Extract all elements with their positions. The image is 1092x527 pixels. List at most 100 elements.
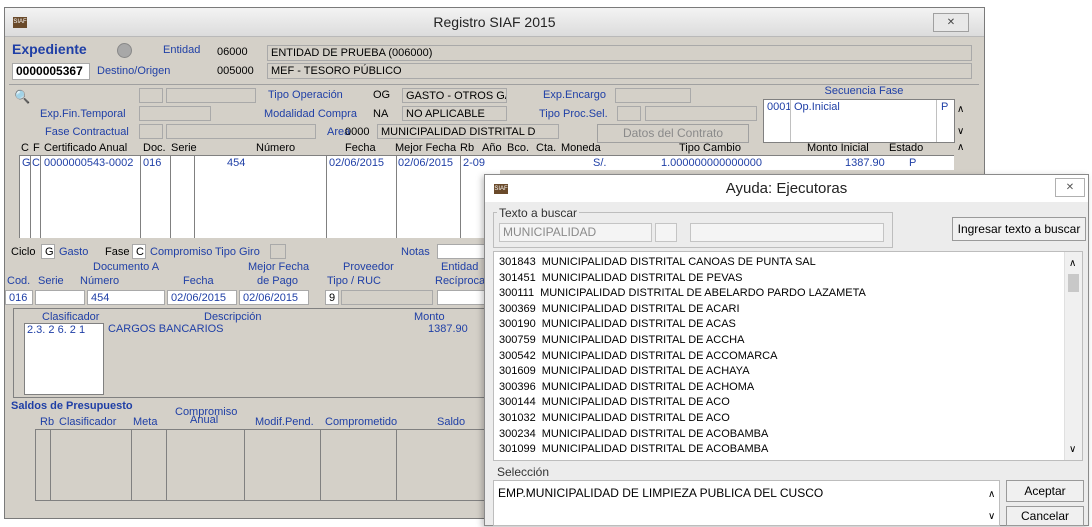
grid-col-doc: Doc. [143,142,166,154]
scroll-thumb[interactable] [1068,274,1079,292]
list-item-code: 300759 [499,333,536,346]
tipo-operacion-label: Tipo Operación [268,89,343,101]
secuencia-code: 0001 [767,101,792,113]
row-f: C [32,157,40,169]
destino-code: 005000 [217,65,254,77]
main-close-button[interactable]: ✕ [933,13,969,32]
tipo-giro-label: Tipo Giro [215,246,260,258]
list-item[interactable]: 300793 MUNICIPALIDAD DISTRITAL DE ACOBAMB… [499,458,1049,460]
row-monto-inicial: 1387.90 [845,157,885,169]
doc-serie-field[interactable] [35,290,85,305]
secuencia-scroll-down-icon[interactable]: ∨ [957,126,964,137]
entidad2-label: Entidad [441,261,479,273]
list-item-name: MUNICIPALIDAD DISTRITAL DE ACO [541,411,730,424]
list-item-name: MUNICIPALIDAD DISTRITAL DE ACARI [541,302,740,315]
doc-fecha-field[interactable]: 02/06/2015 [167,290,237,305]
grid-col-c: C [21,142,29,154]
proveedor-label: Proveedor [343,261,394,273]
scroll-up-icon[interactable]: ∧ [1069,258,1076,269]
fase-contractual-name-field[interactable] [166,124,316,139]
list-item[interactable]: 301843 MUNICIPALIDAD DISTRITAL CANOAS DE … [499,255,1049,271]
list-item-code: 300190 [499,318,536,331]
grid-col-tipo-cambio: Tipo Cambio [679,142,741,154]
row-numero: 454 [227,157,246,169]
seleccion-scroll-down-icon[interactable]: ∨ [988,511,995,522]
search-aux-field-a[interactable] [655,223,677,242]
monto-header: Monto [414,311,445,323]
grid-scroll-up-icon[interactable]: ∧ [957,142,964,153]
tipo-giro-field[interactable] [270,244,286,259]
list-item[interactable]: 301451 MUNICIPALIDAD DISTRITAL DE PEVAS [499,271,1049,287]
list-item[interactable]: 300369 MUNICIPALIDAD DISTRITAL DE ACARI [499,302,1049,318]
list-item[interactable]: 300190 MUNICIPALIDAD DISTRITAL DE ACAS [499,317,1049,333]
cancelar-button[interactable]: Cancelar [1006,506,1084,526]
expediente-number-field[interactable]: 0000005367 [12,63,90,80]
list-item-code: 300542 [499,349,536,362]
row-rb: 2-09 [463,157,486,169]
binoculars-icon[interactable]: 🔍 [14,89,30,105]
list-item-code: 300234 [499,427,536,440]
search-input[interactable]: MUNICIPALIDAD [499,223,652,242]
clasificador-list[interactable]: 2.3. 2 6. 2 1 [24,323,104,395]
scroll-down-icon[interactable]: ∨ [1069,444,1076,455]
secuencia-fase-list[interactable]: 0001 Op.Inicial P [763,99,955,143]
list-item[interactable]: 301032 MUNICIPALIDAD DISTRITAL DE ACO [499,411,1049,427]
descripcion-header: Descripción [204,311,262,323]
secuencia-scroll-up-icon[interactable]: ∧ [957,104,964,115]
proveedor-ruc-field[interactable] [341,290,433,305]
table-row[interactable]: G C 0000000543-0002 016 454 02/06/2015 0… [20,157,500,170]
doc-mejor-fecha-field[interactable]: 02/06/2015 [239,290,309,305]
mejor-fecha-label: Mejor Fecha [248,261,310,273]
fecha-label: Fecha [183,275,214,287]
fase-name: Compromiso [150,246,213,258]
entidad-name-field: ENTIDAD DE PRUEBA (006000) [267,45,972,61]
cod-label: Cod. [7,275,31,287]
notas-field[interactable] [437,244,487,259]
modalidad-compra-code: NA [373,108,389,120]
doc-cod-field[interactable]: 016 [5,290,33,305]
tipo-proc-sel-code-field[interactable] [617,106,641,121]
datos-contrato-button[interactable]: Datos del Contrato [597,124,749,143]
clasificador-box: Clasificador Descripción Monto 2.3. 2 6.… [13,308,489,398]
entidad-label: Entidad [163,44,201,56]
aceptar-button[interactable]: Aceptar [1006,480,1084,502]
seleccion-field[interactable]: EMP.MUNICIPALIDAD DE LIMPIEZA PUBLICA DE… [493,480,1000,526]
list-item[interactable]: 300111 MUNICIPALIDAD DISTRITAL DE ABELARD… [499,286,1049,302]
seleccion-scroll-up-icon[interactable]: ∧ [988,489,995,500]
list-item[interactable]: 300759 MUNICIPALIDAD DISTRITAL DE ACCHA [499,333,1049,349]
fase-contractual-code-field[interactable] [139,124,163,139]
grid-col-numero: Número [256,142,296,154]
list-item[interactable]: 301609 MUNICIPALIDAD DISTRITAL DE ACHAYA [499,364,1049,380]
results-list[interactable]: 301843 MUNICIPALIDAD DISTRITAL CANOAS DE … [493,251,1083,461]
blank-field-b [166,88,256,103]
secuencia-estado: P [941,101,949,113]
expediente-toggle-icon[interactable] [117,43,132,58]
list-item[interactable]: 300396 MUNICIPALIDAD DISTRITAL DE ACHOMA [499,380,1049,396]
divider [244,430,245,500]
search-aux-field-b[interactable] [690,223,884,242]
saldos-clasificador-label: Clasificador [59,416,117,428]
list-item[interactable]: 300542 MUNICIPALIDAD DISTRITAL DE ACCOMAR… [499,349,1049,365]
tipo-proc-sel-name-field[interactable] [645,106,757,121]
reciproca-field[interactable] [437,290,487,305]
list-item-name: MUNICIPALIDAD DISTRITAL DE ACO [541,396,730,409]
results-scrollbar[interactable]: ∧ ∨ [1064,252,1082,460]
doc-numero-field[interactable]: 454 [87,290,165,305]
ingresar-texto-button[interactable]: Ingresar texto a buscar [952,217,1086,241]
list-item[interactable]: 300144 MUNICIPALIDAD DISTRITAL DE ACO [499,395,1049,411]
destino-name-field: MEF - TESORO PÚBLICO [267,63,972,79]
divider [50,430,51,500]
list-item-name: MUNICIPALIDAD DISTRITAL CANOAS DE PUNTA … [541,256,816,268]
list-item-name: MUNICIPALIDAD DISTRITAL DE ACCHA [541,333,745,346]
list-item-code: 301099 [499,443,536,456]
divider [936,100,937,142]
exp-fin-temporal-field[interactable] [139,106,211,121]
grid-col-rb: Rb [460,142,475,154]
tipo-operacion-code: OG [373,89,391,101]
grid-col-certificado: Certificado Anual [44,142,128,154]
dialog-close-button[interactable]: ✕ [1055,178,1085,197]
list-item[interactable]: 301099 MUNICIPALIDAD DISTRITAL DE ACOBAMB… [499,442,1049,458]
exp-encargo-field[interactable] [615,88,691,103]
monto-value: 1387.90 [428,323,468,335]
list-item[interactable]: 300234 MUNICIPALIDAD DISTRITAL DE ACOBAMB… [499,427,1049,443]
